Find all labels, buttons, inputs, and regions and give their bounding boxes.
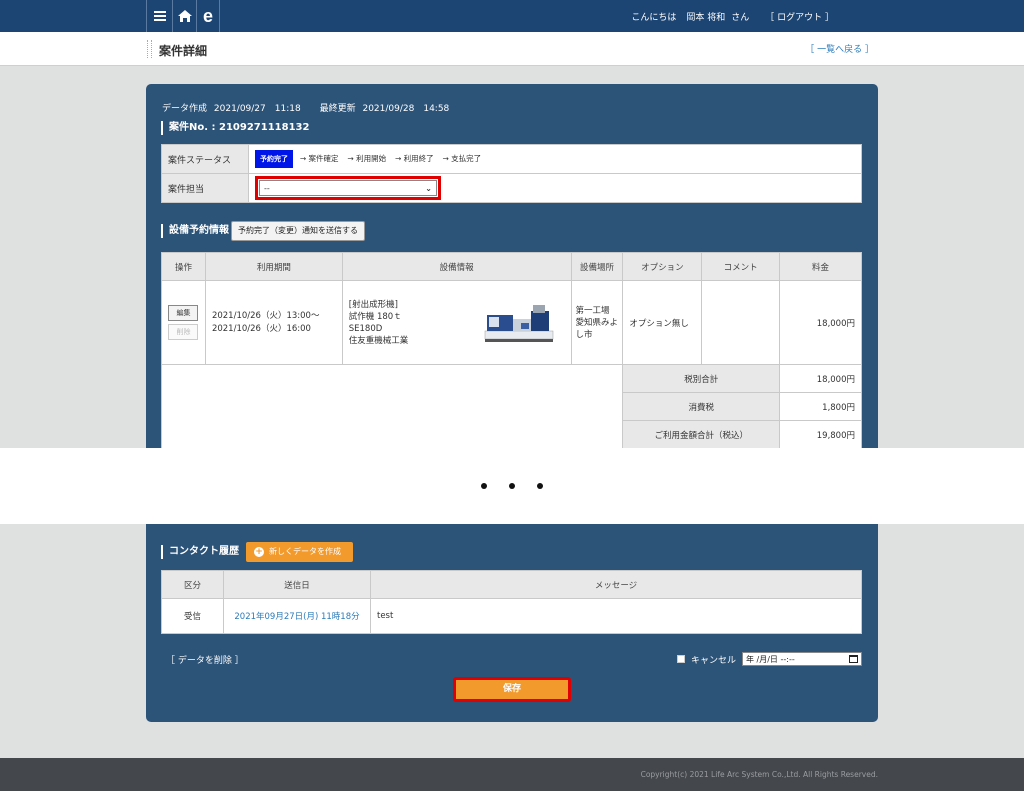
greeting-text: こんにちは bbox=[631, 12, 677, 23]
column-header: 設備情報 bbox=[341, 252, 572, 281]
column-header: 利用期間 bbox=[204, 252, 343, 281]
contact-message: test bbox=[370, 598, 862, 634]
total-label: ご利用金額合計（税込） bbox=[622, 420, 781, 449]
created-value: 2021/09/27 11:18 bbox=[213, 104, 301, 114]
contact-history-table: 区分 送信日 メッセージ 受信 2021年09月27日(月) 11時18分 te… bbox=[161, 570, 862, 634]
page-footer: Copyright(c) 2021 Life Arc System Co.,Lt… bbox=[0, 758, 1024, 791]
calendar-icon bbox=[849, 655, 858, 663]
subtotal-label: 税別合計 bbox=[622, 364, 781, 393]
equipment-category: [射出成形機] bbox=[348, 299, 398, 310]
edit-button[interactable]: 編集 bbox=[168, 305, 199, 321]
menu-icon bbox=[153, 11, 166, 21]
subtotal-value: 18,000円 bbox=[779, 364, 862, 393]
contact-date-link[interactable]: 2021年09月27日(月) 11時18分 bbox=[223, 598, 371, 634]
injection-molding-machine-image bbox=[484, 304, 553, 342]
equipment-option: オプション無し bbox=[622, 280, 703, 365]
column-header: 区分 bbox=[161, 570, 224, 599]
datetime-placeholder: 年 /月/日 --:-- bbox=[746, 654, 795, 664]
period-start: 2021/10/26（火）13:00〜 bbox=[211, 310, 320, 321]
cancel-checkbox[interactable] bbox=[676, 655, 685, 663]
status-label: 案件ステータス bbox=[161, 144, 249, 174]
copyright-text: Copyright(c) 2021 Life Arc System Co.,Lt… bbox=[640, 770, 878, 779]
column-header: 設備場所 bbox=[570, 252, 624, 281]
logout-link[interactable]: ［ ログアウト ］ bbox=[765, 10, 834, 23]
title-marker bbox=[147, 40, 152, 58]
delete-row-button[interactable]: 削除 bbox=[168, 324, 199, 340]
page-title-bar: 案件詳細 ［ 一覧へ戻る ］ bbox=[0, 32, 1024, 66]
contact-type: 受信 bbox=[161, 598, 224, 634]
case-number-heading: 案件No. : 2109271118132 bbox=[161, 121, 309, 135]
equipment-section-heading: 設備予約情報 bbox=[161, 224, 229, 238]
ellipsis-dot bbox=[537, 483, 543, 489]
column-header: メッセージ bbox=[370, 570, 862, 599]
case-status-table: 案件ステータス 予約完了 → 案件確定 → 利用開始 → 利用終了 → 支払完了… bbox=[161, 144, 862, 203]
table-row: 受信 2021年09月27日(月) 11時18分 test bbox=[161, 598, 862, 634]
column-header: オプション bbox=[622, 252, 703, 281]
column-header: 送信日 bbox=[223, 570, 371, 599]
created-label: データ作成 bbox=[162, 104, 208, 114]
equipment-table: 操作 利用期間 設備情報 設備場所 オプション コメント 料金 編集 削除 20… bbox=[160, 252, 862, 449]
assignee-value: -- bbox=[264, 183, 270, 193]
status-step: → 利用開始 bbox=[347, 154, 387, 163]
tax-label: 消費税 bbox=[622, 392, 781, 421]
column-header: 料金 bbox=[779, 252, 862, 281]
record-meta: データ作成 2021/09/27 11:18 最終更新 2021/09/28 1… bbox=[162, 101, 453, 114]
send-notification-button[interactable]: 予約完了（変更）通知を送信する bbox=[231, 221, 365, 241]
assignee-select-highlight: -- ⌄ bbox=[255, 176, 441, 200]
summary-row: 税別合計 18,000円 bbox=[160, 364, 862, 449]
status-step: → 利用終了 bbox=[394, 154, 434, 163]
contact-section-heading: コンタクト履歴 bbox=[161, 545, 239, 559]
create-data-label: 新しくデータを作成 bbox=[269, 547, 341, 556]
e-logo-icon: e bbox=[202, 5, 213, 26]
menu-button[interactable] bbox=[146, 0, 172, 32]
equipment-name: 試作機 180ｔ bbox=[348, 311, 402, 322]
table-row: 編集 削除 2021/10/26（火）13:00〜 2021/10/26（火）1… bbox=[161, 280, 862, 365]
ellipsis-dot bbox=[509, 483, 515, 489]
chevron-down-icon: ⌄ bbox=[425, 183, 432, 193]
status-badge: 予約完了 bbox=[255, 150, 293, 168]
tax-value: 1,800円 bbox=[779, 392, 862, 421]
omitted-content-indicator bbox=[0, 448, 1024, 524]
assignee-select[interactable]: -- ⌄ bbox=[259, 180, 437, 196]
equipment-location: 第一工場 愛知県みよし市 bbox=[570, 280, 624, 365]
assignee-label: 案件担当 bbox=[161, 173, 249, 203]
period-end: 2021/10/26（火）16:00 bbox=[211, 323, 311, 334]
updated-label: 最終更新 bbox=[319, 104, 356, 114]
status-step: → 案件確定 bbox=[299, 154, 339, 163]
cancel-datetime-input[interactable]: 年 /月/日 --:-- bbox=[742, 652, 862, 666]
contact-history-panel: コンタクト履歴 + 新しくデータを作成 区分 送信日 メッセージ 受信 2021… bbox=[146, 524, 878, 722]
equipment-maker: 住友重機械工業 bbox=[348, 335, 409, 346]
home-button[interactable] bbox=[172, 0, 196, 32]
save-button[interactable]: 保存 bbox=[453, 677, 571, 702]
equipment-comment bbox=[701, 280, 781, 365]
delete-data-link[interactable]: ［ データを削除 ］ bbox=[166, 653, 244, 666]
status-step: → 支払完了 bbox=[442, 154, 482, 163]
user-name: 岡本 将和 bbox=[686, 12, 726, 23]
column-header: コメント bbox=[701, 252, 781, 281]
user-area: こんにちは 岡本 将和 さん ［ ログアウト ］ bbox=[631, 0, 834, 32]
back-to-list-link[interactable]: ［ 一覧へ戻る ］ bbox=[805, 42, 874, 55]
equipment-model: SE180D bbox=[348, 323, 383, 334]
create-data-button[interactable]: + 新しくデータを作成 bbox=[246, 542, 353, 562]
total-value: 19,800円 bbox=[779, 420, 862, 449]
home-icon bbox=[177, 10, 192, 22]
plus-icon: + bbox=[254, 547, 264, 557]
column-header: 操作 bbox=[161, 252, 206, 281]
equipment-price: 18,000円 bbox=[779, 280, 862, 365]
honorific-text: さん bbox=[731, 12, 750, 23]
status-steps: 予約完了 → 案件確定 → 利用開始 → 利用終了 → 支払完了 bbox=[248, 144, 862, 174]
ellipsis-dot bbox=[481, 483, 487, 489]
cancel-label: キャンセル bbox=[690, 655, 736, 666]
e-logo-button[interactable]: e bbox=[196, 0, 220, 32]
case-detail-panel: データ作成 2021/09/27 11:18 最終更新 2021/09/28 1… bbox=[146, 84, 878, 449]
cancel-controls: キャンセル 年 /月/日 --:-- bbox=[676, 652, 862, 666]
page-title: 案件詳細 bbox=[159, 44, 208, 58]
updated-value: 2021/09/28 14:58 bbox=[362, 104, 450, 114]
top-navigation-bar: e こんにちは 岡本 将和 さん ［ ログアウト ］ bbox=[0, 0, 1024, 32]
